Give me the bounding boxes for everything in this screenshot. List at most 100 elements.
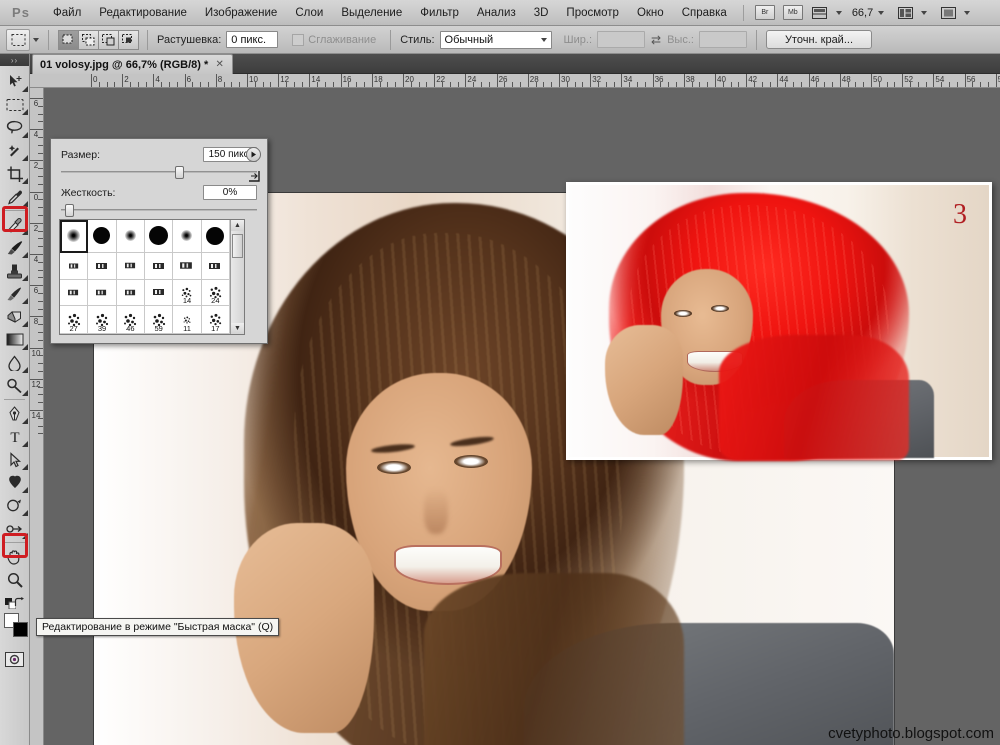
brush-flyout-icon[interactable] (21, 252, 28, 258)
tool-lasso[interactable] (1, 116, 29, 139)
tool-rectangular-marquee[interactable] (1, 93, 29, 116)
brush-preset-cell[interactable] (201, 220, 230, 253)
brush-size-slider-thumb[interactable] (174, 166, 184, 179)
shape-flyout-icon[interactable] (21, 487, 28, 493)
menu-edit[interactable]: Редактирование (90, 4, 196, 22)
height-input[interactable] (698, 31, 747, 48)
type-flyout-icon[interactable] (21, 441, 28, 447)
view-extras-caret-icon[interactable] (835, 10, 842, 15)
subtract-from-selection-button[interactable] (98, 29, 119, 50)
pen-flyout-icon[interactable] (21, 418, 28, 424)
add-to-selection-button[interactable] (78, 29, 99, 50)
brush-preset-cell[interactable] (60, 279, 89, 307)
brush-hardness-input[interactable]: 0% (203, 185, 257, 200)
scroll-up-arrow-icon[interactable]: ▲ (231, 220, 244, 231)
tool-pen[interactable] (1, 402, 29, 425)
current-tool-icon[interactable] (6, 28, 30, 51)
blur-flyout-icon[interactable] (21, 367, 28, 373)
tool-crop[interactable] (1, 162, 29, 185)
brush-preset-cell[interactable]: 39 (88, 306, 117, 334)
menu-window[interactable]: Окно (628, 4, 673, 22)
menu-select[interactable]: Выделение (332, 4, 411, 22)
feather-input[interactable]: 0 пикс. (226, 31, 279, 48)
tool-quick-selection[interactable] (1, 139, 29, 162)
screen-mode-caret-icon[interactable] (964, 10, 971, 15)
brush-size-slider[interactable] (61, 165, 257, 179)
arrange-caret-icon[interactable] (921, 10, 928, 15)
zoom-caret-icon[interactable] (878, 10, 885, 15)
tool-move[interactable] (1, 70, 29, 93)
swap-dimensions-icon[interactable]: ⇄ (651, 33, 661, 47)
brush-preset-cell[interactable] (145, 220, 174, 253)
tool-gradient[interactable] (1, 328, 29, 351)
move-flyout-icon[interactable] (21, 86, 28, 92)
brush-preset-cell[interactable]: 24 (201, 279, 230, 307)
menu-3d[interactable]: 3D (525, 4, 558, 22)
brush-preset-cell[interactable] (88, 220, 117, 253)
tool-hand[interactable] (1, 545, 29, 568)
launch-mini-bridge-button[interactable]: Mb (782, 5, 803, 20)
result-image[interactable]: 3 (566, 182, 992, 461)
launch-bridge-button[interactable]: Br (754, 5, 775, 20)
stamp-flyout-icon[interactable] (21, 275, 28, 281)
document-tab[interactable]: 01 volosy.jpg @ 66,7% (RGB/8) * ✕ (32, 54, 234, 74)
antialias-checkbox[interactable] (292, 33, 305, 46)
brush-preset-cell[interactable]: 59 (145, 306, 174, 334)
antialias-checkbox-group[interactable]: Сглаживание (292, 33, 381, 46)
refine-edge-button[interactable]: Уточн. край... (765, 30, 872, 49)
marquee-flyout-icon[interactable] (21, 109, 28, 115)
3d-rotate-flyout-icon[interactable] (21, 533, 28, 539)
brush-preset-grid[interactable]: 14 24 27 39 46 59 11 17 (60, 220, 230, 334)
intersect-with-selection-button[interactable] (118, 29, 139, 50)
preset-flyout-icon[interactable] (247, 169, 261, 183)
brush-preset-cell[interactable]: 27 (60, 306, 89, 334)
brush-preset-picker-panel[interactable]: Размер: 150 пикс. Жесткость: 0% 14 24 27… (50, 138, 268, 344)
brush-hardness-slider[interactable] (61, 203, 257, 217)
horizontal-ruler[interactable]: 0 2 4 6 8 10 12 14 16 18 20 22 24 26 28 30 32 34 36 38 40 42 4… (30, 74, 1000, 88)
brush-preset-cell[interactable] (60, 220, 89, 253)
menu-file[interactable]: Файл (44, 4, 90, 22)
new-selection-button[interactable] (58, 29, 79, 50)
scroll-down-arrow-icon[interactable]: ▼ (231, 323, 244, 334)
style-caret-icon[interactable] (540, 37, 547, 42)
panel-menu-icon[interactable] (246, 147, 261, 162)
close-icon[interactable]: ✕ (214, 59, 225, 70)
brush-hardness-slider-thumb[interactable] (64, 204, 74, 217)
menu-help[interactable]: Справка (673, 4, 736, 22)
view-extras-icon[interactable] (809, 5, 831, 21)
tools-panel-grip[interactable]: ›› (0, 54, 29, 66)
quick-selection-flyout-icon[interactable] (21, 155, 28, 161)
brush-preset-cell[interactable]: 14 (173, 279, 202, 307)
brush-preset-cell[interactable] (116, 252, 145, 280)
rotate-view-flyout-icon[interactable] (21, 510, 28, 516)
background-color-swatch[interactable] (13, 622, 28, 637)
eraser-flyout-icon[interactable] (21, 321, 28, 327)
menu-image[interactable]: Изображение (196, 4, 286, 22)
tool-spot-healing-brush[interactable] (1, 213, 29, 236)
crop-flyout-icon[interactable] (21, 178, 28, 184)
tool-brush[interactable] (1, 236, 29, 259)
brush-preset-cell[interactable] (173, 252, 202, 280)
brush-preset-cell[interactable] (201, 252, 230, 280)
tool-eyedropper[interactable] (1, 185, 29, 208)
gradient-flyout-icon[interactable] (21, 344, 28, 350)
brush-preset-cell[interactable]: 46 (116, 306, 145, 334)
eyedropper-flyout-icon[interactable] (21, 201, 28, 207)
brush-preset-cell[interactable] (173, 220, 202, 253)
tool-3d-rotate[interactable] (1, 517, 29, 540)
tool-preset-caret-icon[interactable] (33, 37, 39, 42)
brush-preset-cell[interactable] (88, 279, 117, 307)
brush-preset-cell[interactable] (145, 279, 174, 307)
screen-mode-icon[interactable] (937, 5, 959, 21)
tool-type[interactable]: T (1, 425, 29, 448)
vertical-ruler[interactable]: 6 4 2 0 2 4 6 8 10 12 14 (30, 88, 44, 745)
tool-blur[interactable] (1, 351, 29, 374)
menu-filter[interactable]: Фильтр (411, 4, 468, 22)
path-selection-flyout-icon[interactable] (21, 464, 28, 470)
brush-preset-cell[interactable]: 11 (173, 306, 202, 334)
tool-clone-stamp[interactable] (1, 259, 29, 282)
healing-flyout-icon[interactable] (21, 229, 28, 235)
brush-grid-scrollbar[interactable]: ▲ ▼ (230, 220, 244, 334)
menu-view[interactable]: Просмотр (557, 4, 628, 22)
tool-rotate-view[interactable] (1, 494, 29, 517)
